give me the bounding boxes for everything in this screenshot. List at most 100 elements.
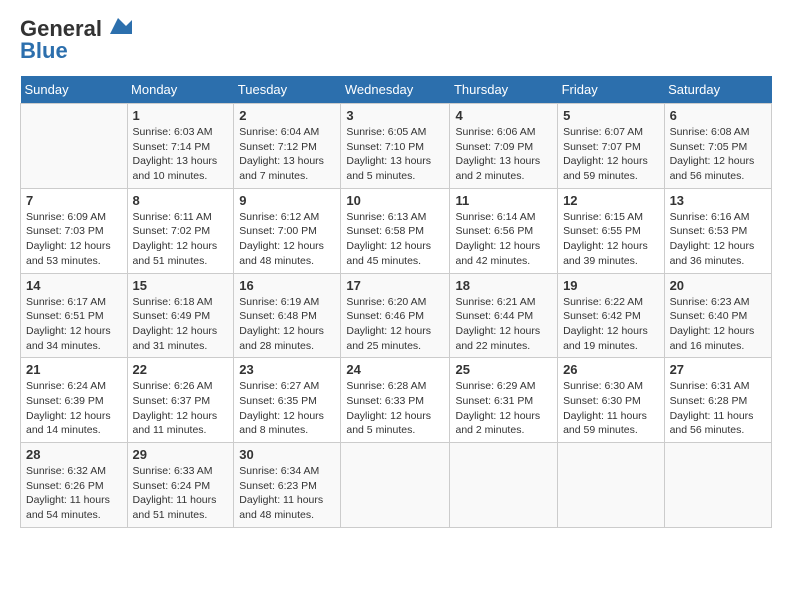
calendar-cell [558, 443, 665, 528]
week-row-2: 7Sunrise: 6:09 AMSunset: 7:03 PMDaylight… [21, 188, 772, 273]
calendar-cell: 29 Sunrise: 6:33 AMSunset: 6:24 PMDayligh… [127, 443, 234, 528]
weekday-header-friday: Friday [558, 76, 665, 104]
day-number: 8 [133, 193, 229, 208]
day-number: 1 [133, 108, 229, 123]
cell-info: Sunrise: 6:14 AMSunset: 6:56 PMDaylight:… [455, 210, 552, 269]
cell-info: Sunrise: 6:24 AMSunset: 6:39 PMDaylight:… [26, 379, 122, 438]
cell-info: Sunrise: 6:26 AMSunset: 6:37 PMDaylight:… [133, 379, 229, 438]
calendar-cell: 6 Sunrise: 6:08 AMSunset: 7:05 PMDaylight… [664, 104, 771, 189]
header: General Blue [20, 16, 772, 64]
calendar-cell: 21 Sunrise: 6:24 AMSunset: 6:39 PMDayligh… [21, 358, 128, 443]
cell-info: Sunrise: 6:34 AMSunset: 6:23 PMDaylight:… [239, 464, 335, 523]
cell-info: Sunrise: 6:09 AMSunset: 7:03 PMDaylight:… [26, 210, 122, 269]
page-container: General Blue SundayMondayTuesdayWednesda… [0, 0, 792, 538]
calendar-cell: 11 Sunrise: 6:14 AMSunset: 6:56 PMDayligh… [450, 188, 558, 273]
cell-info: Sunrise: 6:21 AMSunset: 6:44 PMDaylight:… [455, 295, 552, 354]
day-number: 11 [455, 193, 552, 208]
calendar-cell: 17 Sunrise: 6:20 AMSunset: 6:46 PMDayligh… [341, 273, 450, 358]
day-number: 13 [670, 193, 766, 208]
calendar-cell: 3 Sunrise: 6:05 AMSunset: 7:10 PMDaylight… [341, 104, 450, 189]
calendar-cell: 27Sunrise: 6:31 AMSunset: 6:28 PMDayligh… [664, 358, 771, 443]
weekday-header-tuesday: Tuesday [234, 76, 341, 104]
calendar-cell: 15 Sunrise: 6:18 AMSunset: 6:49 PMDayligh… [127, 273, 234, 358]
cell-info: Sunrise: 6:03 AMSunset: 7:14 PMDaylight:… [133, 125, 229, 184]
weekday-header-thursday: Thursday [450, 76, 558, 104]
cell-info: Sunrise: 6:32 AMSunset: 6:26 PMDaylight:… [26, 464, 122, 523]
calendar-cell: 19 Sunrise: 6:22 AMSunset: 6:42 PMDayligh… [558, 273, 665, 358]
day-number: 24 [346, 362, 444, 377]
calendar-cell: 16 Sunrise: 6:19 AMSunset: 6:48 PMDayligh… [234, 273, 341, 358]
cell-info: Sunrise: 6:11 AMSunset: 7:02 PMDaylight:… [133, 210, 229, 269]
logo-icon [104, 16, 132, 38]
calendar-cell: 10Sunrise: 6:13 AMSunset: 6:58 PMDayligh… [341, 188, 450, 273]
day-number: 5 [563, 108, 659, 123]
calendar-cell: 12 Sunrise: 6:15 AMSunset: 6:55 PMDayligh… [558, 188, 665, 273]
day-number: 6 [670, 108, 766, 123]
calendar-cell: 20 Sunrise: 6:23 AMSunset: 6:40 PMDayligh… [664, 273, 771, 358]
calendar-cell: 22 Sunrise: 6:26 AMSunset: 6:37 PMDayligh… [127, 358, 234, 443]
day-number: 10 [346, 193, 444, 208]
calendar-cell: 30Sunrise: 6:34 AMSunset: 6:23 PMDayligh… [234, 443, 341, 528]
calendar-cell [450, 443, 558, 528]
cell-info: Sunrise: 6:08 AMSunset: 7:05 PMDaylight:… [670, 125, 766, 184]
calendar-cell: 9 Sunrise: 6:12 AMSunset: 7:00 PMDaylight… [234, 188, 341, 273]
calendar-cell: 18 Sunrise: 6:21 AMSunset: 6:44 PMDayligh… [450, 273, 558, 358]
cell-info: Sunrise: 6:12 AMSunset: 7:00 PMDaylight:… [239, 210, 335, 269]
cell-info: Sunrise: 6:18 AMSunset: 6:49 PMDaylight:… [133, 295, 229, 354]
calendar-cell: 24 Sunrise: 6:28 AMSunset: 6:33 PMDayligh… [341, 358, 450, 443]
day-number: 3 [346, 108, 444, 123]
cell-info: Sunrise: 6:28 AMSunset: 6:33 PMDaylight:… [346, 379, 444, 438]
calendar-cell [664, 443, 771, 528]
calendar-table: SundayMondayTuesdayWednesdayThursdayFrid… [20, 76, 772, 528]
cell-info: Sunrise: 6:23 AMSunset: 6:40 PMDaylight:… [670, 295, 766, 354]
cell-info: Sunrise: 6:17 AMSunset: 6:51 PMDaylight:… [26, 295, 122, 354]
calendar-cell: 2 Sunrise: 6:04 AMSunset: 7:12 PMDaylight… [234, 104, 341, 189]
cell-info: Sunrise: 6:04 AMSunset: 7:12 PMDaylight:… [239, 125, 335, 184]
day-number: 12 [563, 193, 659, 208]
calendar-cell: 26Sunrise: 6:30 AMSunset: 6:30 PMDayligh… [558, 358, 665, 443]
day-number: 23 [239, 362, 335, 377]
week-row-5: 28Sunrise: 6:32 AMSunset: 6:26 PMDayligh… [21, 443, 772, 528]
weekday-header-monday: Monday [127, 76, 234, 104]
day-number: 25 [455, 362, 552, 377]
day-number: 2 [239, 108, 335, 123]
day-number: 17 [346, 278, 444, 293]
day-number: 15 [133, 278, 229, 293]
weekday-header-wednesday: Wednesday [341, 76, 450, 104]
cell-info: Sunrise: 6:20 AMSunset: 6:46 PMDaylight:… [346, 295, 444, 354]
calendar-cell [341, 443, 450, 528]
cell-info: Sunrise: 6:27 AMSunset: 6:35 PMDaylight:… [239, 379, 335, 438]
calendar-cell: 4Sunrise: 6:06 AMSunset: 7:09 PMDaylight… [450, 104, 558, 189]
day-number: 29 [133, 447, 229, 462]
day-number: 18 [455, 278, 552, 293]
calendar-cell: 25Sunrise: 6:29 AMSunset: 6:31 PMDayligh… [450, 358, 558, 443]
cell-info: Sunrise: 6:06 AMSunset: 7:09 PMDaylight:… [455, 125, 552, 184]
day-number: 19 [563, 278, 659, 293]
calendar-cell: 28Sunrise: 6:32 AMSunset: 6:26 PMDayligh… [21, 443, 128, 528]
cell-info: Sunrise: 6:31 AMSunset: 6:28 PMDaylight:… [670, 379, 766, 438]
day-number: 9 [239, 193, 335, 208]
calendar-cell: 5 Sunrise: 6:07 AMSunset: 7:07 PMDaylight… [558, 104, 665, 189]
cell-info: Sunrise: 6:33 AMSunset: 6:24 PMDaylight:… [133, 464, 229, 523]
weekday-header-row: SundayMondayTuesdayWednesdayThursdayFrid… [21, 76, 772, 104]
cell-info: Sunrise: 6:15 AMSunset: 6:55 PMDaylight:… [563, 210, 659, 269]
day-number: 22 [133, 362, 229, 377]
weekday-header-saturday: Saturday [664, 76, 771, 104]
week-row-1: 1 Sunrise: 6:03 AMSunset: 7:14 PMDaylight… [21, 104, 772, 189]
day-number: 21 [26, 362, 122, 377]
calendar-cell: 8 Sunrise: 6:11 AMSunset: 7:02 PMDaylight… [127, 188, 234, 273]
week-row-3: 14Sunrise: 6:17 AMSunset: 6:51 PMDayligh… [21, 273, 772, 358]
weekday-header-sunday: Sunday [21, 76, 128, 104]
cell-info: Sunrise: 6:07 AMSunset: 7:07 PMDaylight:… [563, 125, 659, 184]
logo: General Blue [20, 16, 132, 64]
cell-info: Sunrise: 6:22 AMSunset: 6:42 PMDaylight:… [563, 295, 659, 354]
calendar-cell [21, 104, 128, 189]
week-row-4: 21 Sunrise: 6:24 AMSunset: 6:39 PMDayligh… [21, 358, 772, 443]
cell-info: Sunrise: 6:05 AMSunset: 7:10 PMDaylight:… [346, 125, 444, 184]
day-number: 20 [670, 278, 766, 293]
calendar-cell: 14Sunrise: 6:17 AMSunset: 6:51 PMDayligh… [21, 273, 128, 358]
day-number: 16 [239, 278, 335, 293]
calendar-cell: 7Sunrise: 6:09 AMSunset: 7:03 PMDaylight… [21, 188, 128, 273]
cell-info: Sunrise: 6:19 AMSunset: 6:48 PMDaylight:… [239, 295, 335, 354]
day-number: 26 [563, 362, 659, 377]
